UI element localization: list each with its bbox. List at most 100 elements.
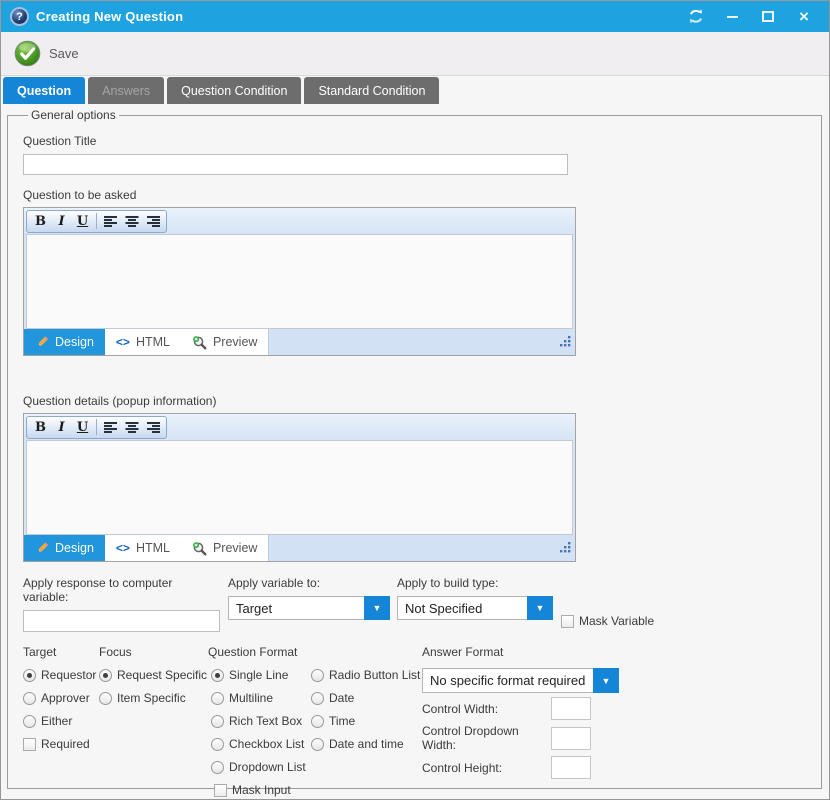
response-variable-field: Apply response to computer variable: — [23, 576, 220, 632]
question-title-input[interactable] — [23, 154, 568, 175]
radio-either[interactable]: Either — [23, 714, 99, 728]
align-left-button[interactable] — [100, 418, 121, 437]
save-button[interactable]: Save — [14, 40, 79, 67]
control-height-label: Control Height: — [422, 761, 551, 775]
underline-icon: U — [77, 214, 88, 229]
editor-mode-tabs: Design <> HTML — [24, 535, 269, 561]
control-height-row: Control Height: — [422, 756, 807, 779]
radio-icon — [23, 715, 36, 728]
editor-preview-tab[interactable]: Preview — [181, 535, 268, 561]
radio-label: Single Line — [229, 668, 288, 682]
editor-resize-grip[interactable] — [560, 334, 571, 352]
editor-preview-tab[interactable]: Preview — [181, 329, 268, 355]
radio-icon — [211, 692, 224, 705]
build-type-label: Apply to build type: — [397, 576, 553, 590]
question-asked-editor-content[interactable] — [26, 234, 573, 329]
variable-row: Apply response to computer variable: App… — [23, 576, 807, 632]
radio-icon — [211, 738, 224, 751]
question-format-col1: Single Line Multiline Rich Text Box — [208, 668, 308, 774]
bold-icon: B — [35, 420, 46, 435]
radio-radio-button-list[interactable]: Radio Button List — [311, 668, 419, 682]
apply-variable-to-dropdown[interactable]: Target ▼ — [228, 596, 390, 620]
radio-item-specific[interactable]: Item Specific — [99, 691, 208, 705]
required-checkbox[interactable]: Required — [23, 737, 99, 751]
tab-question-condition[interactable]: Question Condition — [167, 77, 301, 104]
help-icon[interactable]: ? — [10, 7, 29, 26]
chevron-down-icon[interactable]: ▼ — [593, 668, 619, 693]
question-format-group: Question Format Single Line Multiline — [208, 645, 422, 797]
editor-design-tab[interactable]: Design — [24, 535, 105, 561]
close-button[interactable]: × — [789, 4, 819, 30]
editor-html-tab[interactable]: <> HTML — [105, 329, 181, 355]
italic-icon: I — [58, 420, 64, 435]
titlebar: ? Creating New Question × — [1, 1, 829, 32]
radio-dropdown-list[interactable]: Dropdown List — [211, 760, 308, 774]
underline-button[interactable]: U — [72, 418, 93, 437]
radio-checkbox-list[interactable]: Checkbox List — [211, 737, 308, 751]
align-left-icon — [104, 422, 118, 433]
radio-label: Item Specific — [117, 691, 186, 705]
radio-request-specific[interactable]: Request Specific — [99, 668, 208, 682]
tab-standard-condition[interactable]: Standard Condition — [304, 77, 439, 104]
radio-requestor[interactable]: Requestor — [23, 668, 99, 682]
bold-button[interactable]: B — [30, 212, 51, 231]
main-toolbar: Save — [1, 32, 829, 76]
radio-icon — [311, 669, 324, 682]
align-right-icon — [146, 216, 160, 227]
tab-question[interactable]: Question — [3, 77, 85, 104]
tab-answers[interactable]: Answers — [88, 77, 164, 104]
minimize-button[interactable] — [717, 4, 747, 30]
save-label: Save — [49, 46, 79, 61]
align-center-icon — [125, 216, 139, 227]
align-left-button[interactable] — [100, 212, 121, 231]
editor-html-tab[interactable]: <> HTML — [105, 535, 181, 561]
control-dropdown-width-label: Control Dropdown Width: — [422, 724, 551, 752]
radio-time[interactable]: Time — [311, 714, 419, 728]
target-group: Target Requestor Approver Either — [23, 645, 99, 797]
pencil-icon — [35, 335, 49, 349]
control-height-input[interactable] — [551, 756, 591, 779]
chevron-down-icon[interactable]: ▼ — [527, 596, 553, 620]
italic-button[interactable]: I — [51, 212, 72, 231]
general-options-legend: General options — [28, 108, 119, 122]
pencil-icon — [35, 541, 49, 555]
align-center-button[interactable] — [121, 212, 142, 231]
question-format-columns: Single Line Multiline Rich Text Box — [208, 668, 422, 774]
chevron-down-icon[interactable]: ▼ — [364, 596, 390, 620]
editor-html-label: HTML — [136, 541, 170, 555]
align-right-button[interactable] — [142, 418, 163, 437]
radio-multiline[interactable]: Multiline — [211, 691, 308, 705]
minimize-icon — [727, 16, 738, 18]
refresh-button[interactable] — [681, 4, 711, 30]
align-center-button[interactable] — [121, 418, 142, 437]
editor-design-tab[interactable]: Design — [24, 329, 105, 355]
question-format-header: Question Format — [208, 645, 422, 659]
general-options-groupbox: General options Question Title Question … — [7, 108, 822, 789]
editor-mode-bar: Design <> HTML — [24, 535, 575, 561]
align-right-button[interactable] — [142, 212, 163, 231]
mask-variable-checkbox[interactable]: Mask Variable — [561, 614, 654, 628]
mask-input-checkbox[interactable]: Mask Input — [208, 783, 422, 797]
radio-single-line[interactable]: Single Line — [211, 668, 308, 682]
response-variable-input[interactable] — [23, 610, 220, 632]
question-details-editor-content[interactable] — [26, 440, 573, 535]
control-width-input[interactable] — [551, 697, 591, 720]
build-type-dropdown[interactable]: Not Specified ▼ — [397, 596, 553, 620]
question-format-col2: Radio Button List Date Time — [308, 668, 419, 774]
answer-format-dropdown[interactable]: No specific format required ▼ — [422, 668, 619, 693]
toolbar-separator — [96, 213, 97, 229]
radio-date-and-time[interactable]: Date and time — [311, 737, 419, 751]
radio-icon — [311, 738, 324, 751]
radio-label: Checkbox List — [229, 737, 304, 751]
italic-button[interactable]: I — [51, 418, 72, 437]
underline-button[interactable]: U — [72, 212, 93, 231]
control-dropdown-width-input[interactable] — [551, 727, 591, 750]
focus-header: Focus — [99, 645, 208, 659]
maximize-button[interactable] — [753, 4, 783, 30]
editor-resize-grip[interactable] — [560, 540, 571, 558]
bold-button[interactable]: B — [30, 418, 51, 437]
magnifier-icon — [192, 541, 207, 556]
radio-approver[interactable]: Approver — [23, 691, 99, 705]
radio-rich-text-box[interactable]: Rich Text Box — [211, 714, 308, 728]
radio-date[interactable]: Date — [311, 691, 419, 705]
